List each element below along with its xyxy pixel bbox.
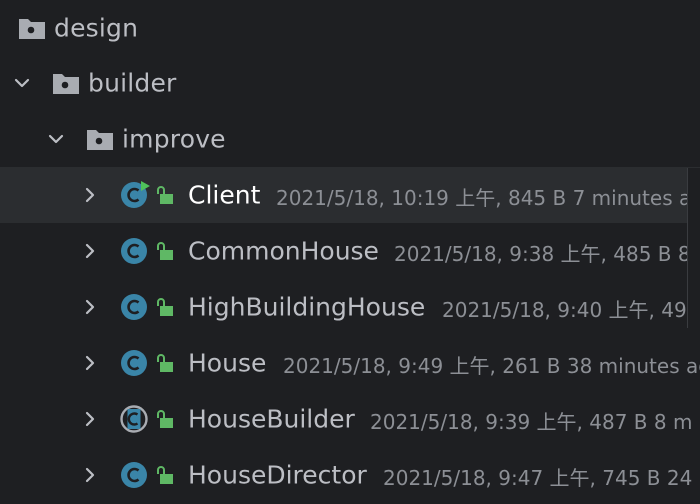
file-name: HouseBuilder bbox=[188, 404, 355, 434]
unlocked-lock-icon bbox=[156, 465, 174, 485]
unlocked-lock-icon bbox=[156, 409, 174, 429]
abstract-class-icon bbox=[120, 404, 150, 434]
file-meta: 2021/5/18, 9:49 上午, 261 B 38 minutes ag bbox=[283, 353, 700, 378]
chevron-right-icon[interactable] bbox=[80, 409, 100, 429]
file-meta: 2021/5/18, 9:38 上午, 485 B 8 bbox=[394, 241, 691, 266]
tree-row-commonhouse[interactable]: CommonHouse 2021/5/18, 9:38 上午, 485 B 8 bbox=[0, 223, 700, 279]
tree-row-housebuilder[interactable]: HouseBuilder 2021/5/18, 9:39 上午, 487 B 8… bbox=[0, 391, 700, 447]
unlocked-lock-icon bbox=[156, 353, 174, 373]
tree-row-client[interactable]: Client 2021/5/18, 10:19 上午, 845 B 7 minu… bbox=[0, 167, 700, 223]
java-class-icon bbox=[120, 460, 150, 490]
file-name: HighBuildingHouse bbox=[188, 292, 426, 322]
tree-row-house[interactable]: House 2021/5/18, 9:49 上午, 261 B 38 minut… bbox=[0, 335, 700, 391]
file-name: CommonHouse bbox=[188, 236, 379, 266]
unlocked-lock-icon bbox=[156, 241, 174, 261]
chevron-down-icon[interactable] bbox=[46, 129, 66, 149]
unlocked-lock-icon bbox=[156, 297, 174, 317]
tree-row-design[interactable]: design bbox=[0, 0, 700, 56]
folder-name: improve bbox=[122, 124, 226, 154]
java-class-icon bbox=[120, 348, 150, 378]
chevron-right-icon[interactable] bbox=[80, 465, 100, 485]
folder-icon bbox=[86, 127, 114, 151]
tree-row-improve[interactable]: improve bbox=[0, 111, 700, 167]
folder-icon bbox=[52, 71, 80, 95]
java-class-icon bbox=[120, 292, 150, 322]
file-name: House bbox=[188, 348, 267, 378]
file-name: Client bbox=[188, 180, 261, 210]
file-meta: 2021/5/18, 9:47 上午, 745 B 24 bbox=[383, 465, 693, 490]
java-class-icon bbox=[120, 180, 150, 210]
file-meta: 2021/5/18, 9:40 上午, 490 bbox=[442, 297, 700, 322]
tree-row-housedirector[interactable]: HouseDirector 2021/5/18, 9:47 上午, 745 B … bbox=[0, 447, 700, 503]
chevron-right-icon[interactable] bbox=[80, 353, 100, 373]
chevron-right-icon[interactable] bbox=[80, 241, 100, 261]
tree-row-highbuildinghouse[interactable]: HighBuildingHouse 2021/5/18, 9:40 上午, 49… bbox=[0, 279, 700, 335]
file-name: HouseDirector bbox=[188, 460, 367, 490]
folder-name: design bbox=[54, 13, 139, 43]
tree-row-builder[interactable]: builder bbox=[0, 55, 700, 111]
chevron-right-icon[interactable] bbox=[80, 297, 100, 317]
unlocked-lock-icon bbox=[156, 185, 174, 205]
folder-name: builder bbox=[88, 68, 177, 98]
file-meta: 2021/5/18, 10:19 上午, 845 B 7 minutes ag bbox=[276, 185, 700, 210]
file-meta: 2021/5/18, 9:39 上午, 487 B 8 m bbox=[370, 409, 693, 434]
chevron-right-icon[interactable] bbox=[80, 185, 100, 205]
java-class-icon bbox=[120, 236, 150, 266]
vertical-scrollbar[interactable] bbox=[687, 168, 700, 328]
folder-icon bbox=[18, 16, 46, 40]
chevron-down-icon[interactable] bbox=[12, 73, 32, 93]
